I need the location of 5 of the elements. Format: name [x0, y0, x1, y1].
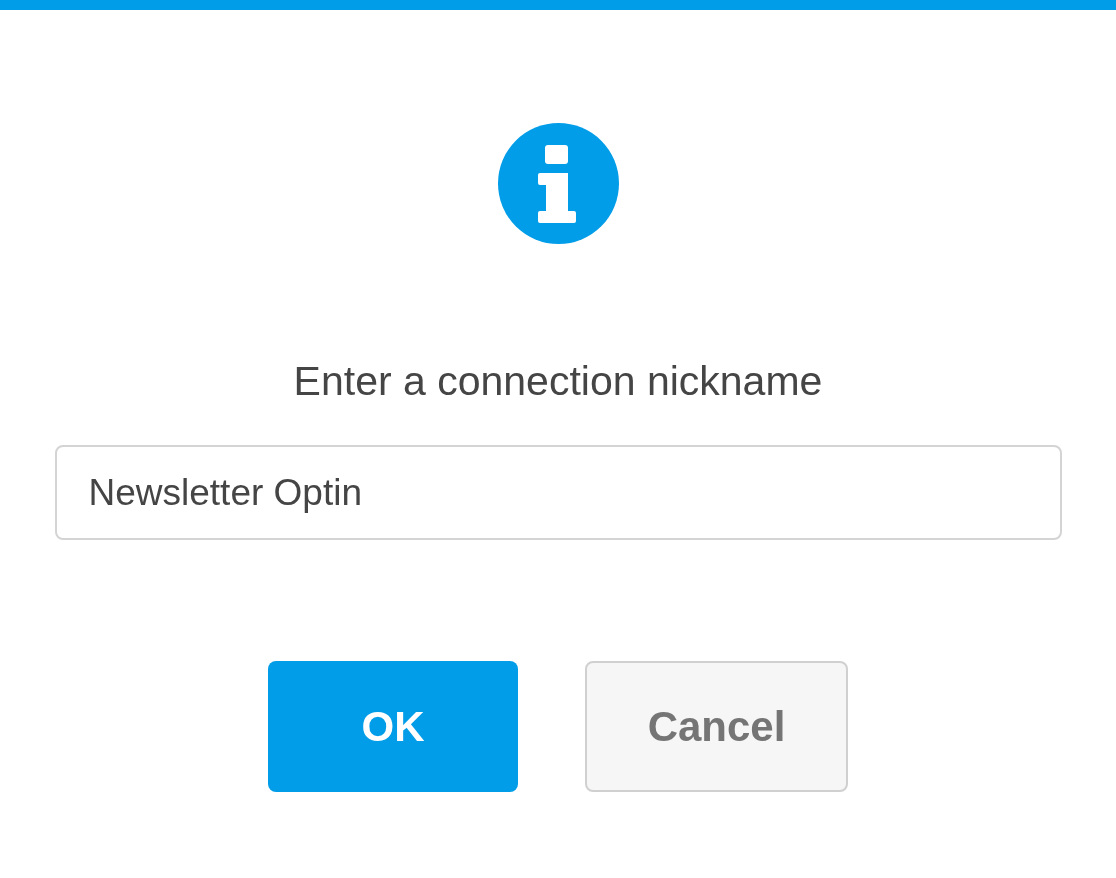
cancel-button[interactable]: Cancel	[585, 661, 848, 792]
ok-button[interactable]: OK	[268, 661, 518, 792]
dialog-message: Enter a connection nickname	[293, 357, 823, 406]
nickname-input-field[interactable]: Newsletter Optin	[54, 445, 1062, 540]
info-icon	[497, 123, 619, 244]
